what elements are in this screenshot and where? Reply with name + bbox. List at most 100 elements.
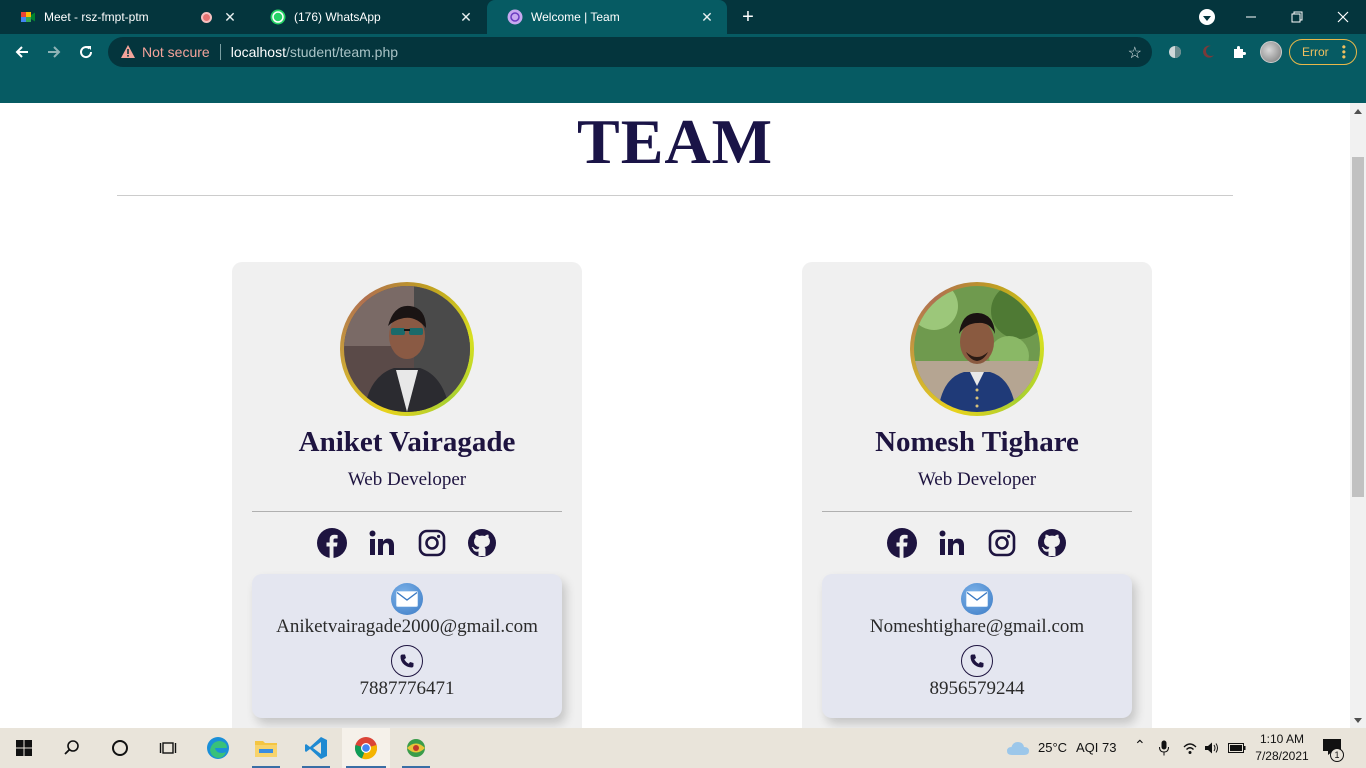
extensions-puzzle-icon[interactable] bbox=[1229, 42, 1249, 62]
close-tab-icon[interactable]: ✕ bbox=[458, 9, 474, 25]
avatar-ring bbox=[340, 282, 474, 416]
member-name: Aniket Vairagade bbox=[298, 426, 516, 458]
whatsapp-icon bbox=[270, 9, 286, 25]
scroll-down-icon[interactable] bbox=[1354, 718, 1362, 723]
page-scrollbar[interactable] bbox=[1350, 103, 1366, 728]
member-photo bbox=[910, 282, 1047, 412]
search-button[interactable] bbox=[48, 728, 96, 768]
close-window-button[interactable] bbox=[1320, 0, 1366, 34]
phone-icon bbox=[961, 645, 993, 677]
windows-logo-icon bbox=[16, 740, 32, 756]
restore-button[interactable] bbox=[1274, 0, 1320, 34]
back-arrow-icon bbox=[15, 46, 28, 58]
card-divider bbox=[252, 511, 562, 512]
extension-dark-mode-icon[interactable] bbox=[1165, 42, 1185, 62]
address-bar[interactable]: Not secure localhost /student/team.php ☆ bbox=[108, 37, 1152, 67]
start-button[interactable] bbox=[0, 728, 48, 768]
forward-arrow-icon bbox=[48, 46, 61, 58]
member-role: Web Developer bbox=[917, 469, 1037, 490]
tab-welcome-team[interactable]: Welcome | Team ✕ bbox=[487, 0, 727, 34]
tab-title: (176) WhatsApp bbox=[294, 10, 381, 24]
social-links bbox=[232, 528, 582, 558]
scrollbar-thumb[interactable] bbox=[1352, 157, 1364, 497]
search-icon bbox=[64, 740, 79, 755]
clock-date: 7/28/2021 bbox=[1255, 749, 1309, 763]
title-divider bbox=[117, 195, 1233, 196]
notification-center-button[interactable]: 1 bbox=[1322, 738, 1346, 762]
contact-box: Nomeshtighare@gmail.com 8956579244 bbox=[822, 574, 1132, 718]
contact-box: Aniketvairagade2000@gmail.com 7887776471 bbox=[252, 574, 562, 718]
mail-icon bbox=[961, 583, 993, 615]
weather-temperature[interactable]: 25°C bbox=[1038, 740, 1067, 755]
member-role: Web Developer bbox=[347, 469, 467, 490]
chrome-app[interactable] bbox=[342, 728, 390, 768]
site-icon bbox=[507, 9, 523, 25]
facebook-icon[interactable] bbox=[317, 528, 347, 558]
windows-taskbar: 25°C AQI 73 ⌃ 1:10 AM 7/28/2021 1 bbox=[0, 728, 1366, 768]
reload-button[interactable] bbox=[74, 40, 98, 64]
weather-cloud-icon[interactable] bbox=[1006, 739, 1030, 757]
github-icon[interactable] bbox=[1037, 528, 1067, 558]
bookmark-star-icon[interactable]: ☆ bbox=[1128, 43, 1142, 63]
member-phone[interactable]: 7887776471 bbox=[252, 678, 562, 700]
app-icon-globe[interactable] bbox=[392, 728, 440, 768]
file-explorer-app[interactable] bbox=[242, 728, 290, 768]
team-member-card: Nomesh Tighare Web Developer Nomeshtigha… bbox=[802, 262, 1152, 728]
air-quality-index[interactable]: AQI 73 bbox=[1076, 740, 1116, 755]
linkedin-icon[interactable] bbox=[367, 528, 397, 558]
close-tab-icon[interactable]: ✕ bbox=[699, 9, 715, 25]
tab-whatsapp[interactable]: (176) WhatsApp ✕ bbox=[250, 0, 486, 34]
globe-app-icon bbox=[407, 739, 425, 757]
forward-button[interactable] bbox=[42, 40, 66, 64]
new-tab-button[interactable]: + bbox=[736, 5, 760, 29]
edge-icon bbox=[207, 737, 229, 759]
task-view-button[interactable] bbox=[144, 728, 192, 768]
member-email[interactable]: Aniketvairagade2000@gmail.com bbox=[252, 616, 562, 638]
member-photo bbox=[344, 286, 470, 412]
system-clock[interactable]: 1:10 AM 7/28/2021 bbox=[1248, 731, 1316, 765]
microphone-icon[interactable] bbox=[1158, 740, 1170, 756]
back-button[interactable] bbox=[10, 40, 34, 64]
google-meet-icon bbox=[21, 12, 35, 22]
chrome-icon bbox=[355, 737, 377, 760]
wifi-icon[interactable] bbox=[1182, 741, 1198, 755]
cortana-button[interactable] bbox=[96, 728, 144, 768]
card-divider bbox=[822, 511, 1132, 512]
member-email[interactable]: Nomeshtighare@gmail.com bbox=[822, 616, 1132, 638]
instagram-icon[interactable] bbox=[987, 528, 1017, 558]
page-header-band bbox=[0, 70, 1366, 103]
extension-moon-icon[interactable] bbox=[1198, 42, 1218, 62]
social-links bbox=[802, 528, 1152, 558]
instagram-icon[interactable] bbox=[417, 528, 447, 558]
menu-dots-icon: • • • bbox=[1341, 40, 1346, 64]
close-tab-icon[interactable]: ✕ bbox=[222, 9, 238, 25]
tab-title: Meet - rsz-fmpt-ptm bbox=[44, 10, 149, 24]
tab-search-button[interactable] bbox=[1199, 9, 1215, 25]
tab-meet[interactable]: Meet - rsz-fmpt-ptm ✕ bbox=[0, 0, 250, 34]
vscode-app[interactable] bbox=[292, 728, 340, 768]
minimize-icon bbox=[1246, 16, 1256, 18]
divider bbox=[219, 44, 221, 60]
tab-strip: Meet - rsz-fmpt-ptm ✕ (176) WhatsApp ✕ W… bbox=[0, 0, 1366, 34]
clock-time: 1:10 AM bbox=[1259, 732, 1305, 746]
error-button[interactable]: Error • • • bbox=[1289, 39, 1357, 65]
url-host: localhost bbox=[230, 44, 286, 60]
minimize-button[interactable] bbox=[1228, 0, 1274, 34]
profile-avatar[interactable] bbox=[1260, 41, 1282, 63]
url-path: /student/team.php bbox=[285, 44, 399, 60]
security-label[interactable]: Not secure bbox=[142, 44, 210, 60]
linkedin-icon[interactable] bbox=[937, 528, 967, 558]
page-viewport: TEAM Aniket Vairagade Web Developer Anik… bbox=[0, 103, 1350, 728]
scroll-up-icon[interactable] bbox=[1354, 109, 1362, 114]
edge-app[interactable] bbox=[194, 728, 242, 768]
member-phone[interactable]: 8956579244 bbox=[822, 678, 1132, 700]
restore-icon bbox=[1291, 11, 1303, 23]
task-view-icon bbox=[159, 742, 177, 754]
vscode-icon bbox=[305, 737, 327, 759]
show-hidden-icons-icon[interactable]: ⌃ bbox=[1134, 737, 1146, 754]
github-icon[interactable] bbox=[467, 528, 497, 558]
battery-icon[interactable] bbox=[1228, 742, 1246, 754]
avatar-ring bbox=[910, 282, 1047, 416]
facebook-icon[interactable] bbox=[887, 528, 917, 558]
volume-icon[interactable] bbox=[1204, 741, 1220, 755]
